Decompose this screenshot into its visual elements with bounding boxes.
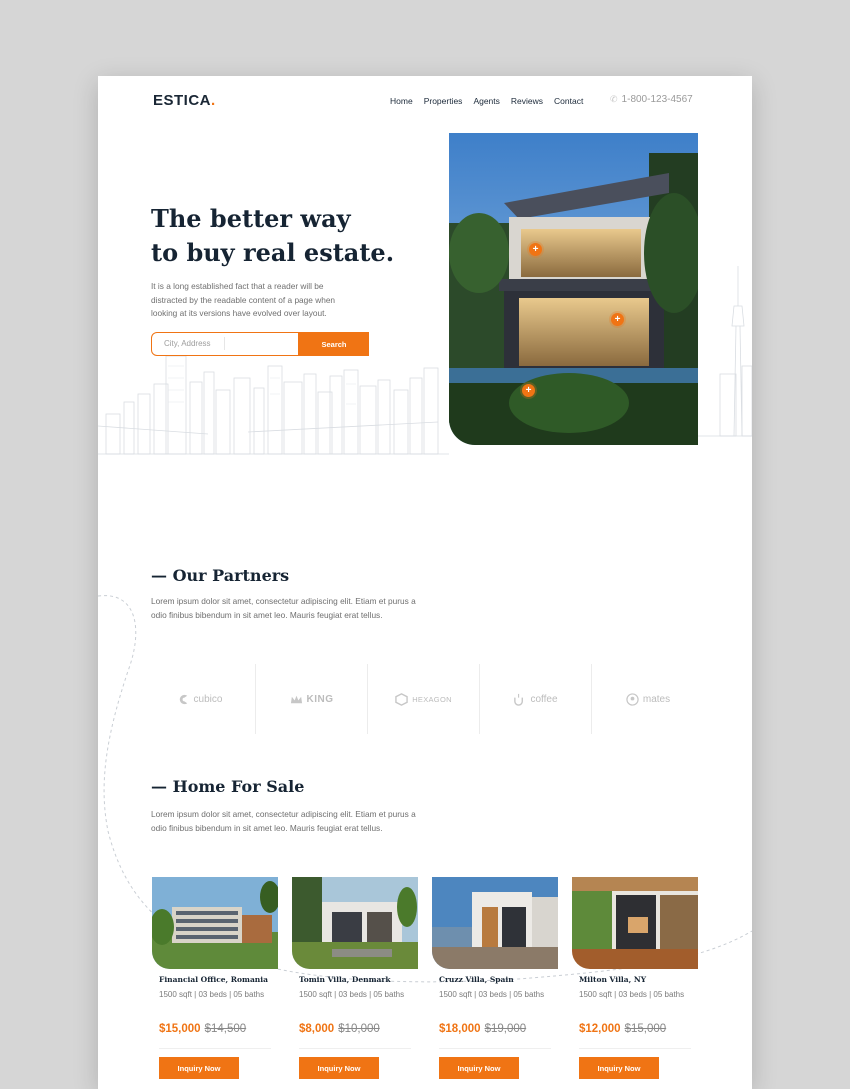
nav-home[interactable]: Home bbox=[390, 96, 413, 106]
current-price: $18,000 bbox=[439, 1023, 481, 1035]
nav-properties[interactable]: Properties bbox=[424, 96, 463, 106]
mates-logo-icon bbox=[626, 692, 639, 706]
inquiry-button[interactable]: Inquiry Now bbox=[159, 1057, 239, 1079]
card-divider bbox=[439, 1048, 551, 1049]
partner-name: KING bbox=[306, 693, 334, 705]
hero-title: The better way to buy real estate. bbox=[151, 202, 394, 270]
partner-mates[interactable]: mates bbox=[592, 664, 704, 734]
hero-description: It is a long established fact that a rea… bbox=[151, 281, 336, 318]
partners-description: Lorem ipsum dolor sit amet, consectetur … bbox=[151, 596, 416, 620]
listing-image[interactable] bbox=[152, 877, 278, 969]
hotspot-marker-1[interactable]: + bbox=[529, 243, 542, 256]
listing-price: $8,000 $10,000 bbox=[299, 1023, 380, 1035]
brand-name: ESTICA bbox=[153, 92, 212, 109]
hotspot-marker-3[interactable]: + bbox=[522, 384, 535, 397]
hero-title-line-1: The better way bbox=[151, 204, 351, 233]
listing-image[interactable] bbox=[292, 877, 418, 969]
nav-contact[interactable]: Contact bbox=[554, 96, 583, 106]
partner-coffee[interactable]: coffee bbox=[480, 664, 592, 734]
card-divider bbox=[299, 1048, 411, 1049]
current-price: $12,000 bbox=[579, 1023, 621, 1035]
location-search-input[interactable] bbox=[152, 333, 298, 354]
inquiry-button[interactable]: Inquiry Now bbox=[439, 1057, 519, 1079]
hero-title-line-2: to buy real estate. bbox=[151, 238, 395, 267]
search-button[interactable]: Search bbox=[298, 333, 368, 355]
phone-contact[interactable]: ✆ 1-800-123-4567 bbox=[610, 94, 693, 105]
partner-logos: cubico KING HEXAGON coffee mates bbox=[144, 664, 707, 734]
old-price: $14,500 bbox=[204, 1023, 247, 1035]
search-bar: Search bbox=[151, 332, 369, 356]
inquiry-button[interactable]: Inquiry Now bbox=[579, 1057, 659, 1079]
old-price: $19,000 bbox=[484, 1023, 527, 1035]
listing-name[interactable]: Cruzz Villa, Spain bbox=[439, 975, 514, 984]
hotspot-marker-2[interactable]: + bbox=[611, 313, 624, 326]
brand-dot: . bbox=[211, 92, 216, 109]
listing-card: Tomin Villa, Denmark 1500 sqft | 03 beds… bbox=[292, 877, 418, 1089]
listing-card: Milton Villa, NY 1500 sqft | 03 beds | 0… bbox=[572, 877, 698, 1089]
listing-card: Cruzz Villa, Spain 1500 sqft | 03 beds |… bbox=[432, 877, 558, 1089]
villa-photo bbox=[432, 877, 558, 969]
listing-card: Financial Office, Romania 1500 sqft | 03… bbox=[152, 877, 278, 1089]
partner-name: HEXAGON bbox=[412, 694, 452, 704]
landing-page: ESTICA. Home Properties Agents Reviews C… bbox=[98, 76, 752, 1089]
home-for-sale-description: Lorem ipsum dolor sit amet, consectetur … bbox=[151, 809, 416, 833]
hexagon-icon bbox=[395, 692, 408, 706]
card-divider bbox=[579, 1048, 691, 1049]
nav-agents[interactable]: Agents bbox=[473, 96, 499, 106]
listing-image[interactable] bbox=[572, 877, 698, 969]
listing-price: $18,000 $19,000 bbox=[439, 1023, 526, 1035]
listing-price: $15,000 $14,500 bbox=[159, 1023, 246, 1035]
modern-house-photo bbox=[449, 133, 698, 445]
home-for-sale-title: — Home For Sale bbox=[151, 777, 305, 796]
inquiry-button[interactable]: Inquiry Now bbox=[299, 1057, 379, 1079]
phone-icon: ✆ bbox=[610, 94, 618, 104]
phone-number: 1-800-123-4567 bbox=[621, 94, 693, 105]
partner-king[interactable]: KING bbox=[256, 664, 368, 734]
listing-cards: Financial Office, Romania 1500 sqft | 03… bbox=[152, 877, 698, 1089]
partner-name: coffee bbox=[530, 693, 558, 705]
current-price: $8,000 bbox=[299, 1023, 335, 1035]
search-divider bbox=[224, 337, 225, 350]
listing-price: $12,000 $15,000 bbox=[579, 1023, 666, 1035]
villa-photo bbox=[292, 877, 418, 969]
listing-specs: 1500 sqft | 03 beds | 05 baths bbox=[579, 990, 685, 999]
coffee-cup-icon bbox=[514, 693, 524, 706]
partner-name: cubico bbox=[193, 693, 223, 705]
brand-logo[interactable]: ESTICA. bbox=[153, 92, 216, 109]
city-skyline-illustration bbox=[98, 355, 449, 455]
crown-icon bbox=[290, 695, 302, 703]
hero-property-image: + + + bbox=[449, 133, 698, 445]
partner-name: mates bbox=[642, 693, 671, 705]
office-building-photo bbox=[152, 877, 278, 969]
listing-name[interactable]: Tomin Villa, Denmark bbox=[299, 975, 391, 984]
listing-specs: 1500 sqft | 03 beds | 05 baths bbox=[159, 990, 265, 999]
nav-reviews[interactable]: Reviews bbox=[511, 96, 543, 106]
main-nav: Home Properties Agents Reviews Contact bbox=[390, 96, 583, 106]
current-price: $15,000 bbox=[159, 1023, 201, 1035]
old-price: $15,000 bbox=[624, 1023, 667, 1035]
listing-name[interactable]: Financial Office, Romania bbox=[159, 975, 268, 984]
cubico-logo-icon bbox=[179, 694, 187, 704]
old-price: $10,000 bbox=[338, 1023, 380, 1035]
listing-name[interactable]: Milton Villa, NY bbox=[579, 975, 646, 984]
partner-cubico[interactable]: cubico bbox=[144, 664, 256, 734]
partner-hexagon[interactable]: HEXAGON bbox=[368, 664, 480, 734]
listing-specs: 1500 sqft | 03 beds | 05 baths bbox=[439, 990, 545, 999]
listing-specs: 1500 sqft | 03 beds | 05 baths bbox=[299, 990, 405, 999]
villa-photo bbox=[572, 877, 698, 969]
card-divider bbox=[159, 1048, 271, 1049]
partners-title: — Our Partners bbox=[151, 566, 290, 585]
tower-sketch-illustration bbox=[698, 266, 752, 437]
listing-image[interactable] bbox=[432, 877, 558, 969]
